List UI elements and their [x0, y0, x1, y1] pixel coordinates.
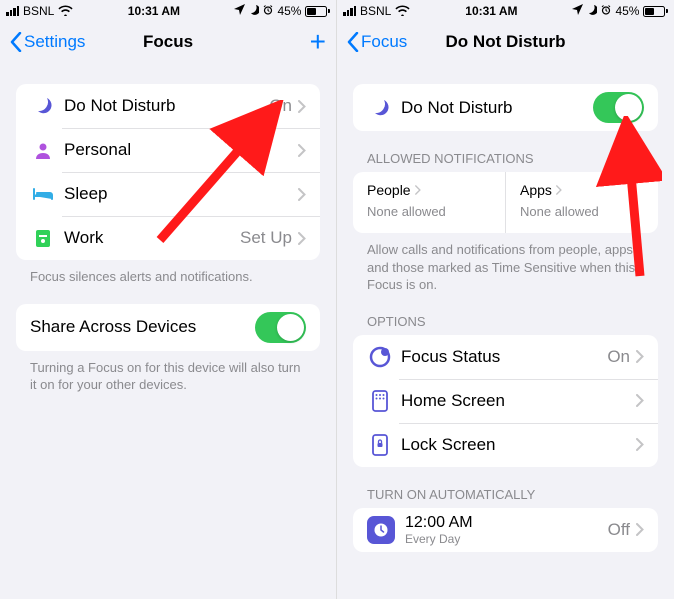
- share-group: Share Across Devices: [16, 304, 320, 351]
- dnd-toggle[interactable]: [593, 92, 644, 123]
- auto-group: 12:00 AM Every Day Off: [353, 508, 658, 552]
- focus-status-icon: [367, 346, 393, 368]
- chevron-right-icon: [298, 188, 306, 201]
- row-label: Share Across Devices: [30, 317, 255, 337]
- share-row[interactable]: Share Across Devices: [16, 304, 320, 351]
- dnd-toggle-row[interactable]: Do Not Disturb: [353, 84, 658, 131]
- section-header: Options: [353, 294, 658, 335]
- option-home-screen[interactable]: Home Screen: [353, 379, 658, 423]
- allowed-group: People None allowed Apps None allowed: [353, 172, 658, 233]
- split-sub: None allowed: [367, 204, 491, 219]
- schedule-row[interactable]: 12:00 AM Every Day Off: [353, 508, 658, 552]
- location-icon: [572, 4, 583, 18]
- chevron-right-icon: [556, 185, 562, 195]
- chevron-right-icon: [298, 100, 306, 113]
- share-toggle[interactable]: [255, 312, 306, 343]
- moon-icon: [367, 98, 393, 118]
- split-title-label: Apps: [520, 182, 552, 198]
- lock-screen-icon: [367, 434, 393, 456]
- row-label: Lock Screen: [401, 435, 636, 455]
- focus-row-sleep[interactable]: Sleep: [16, 172, 320, 216]
- badge-icon: [30, 228, 56, 248]
- back-button[interactable]: Focus: [347, 32, 407, 52]
- moon-icon: [30, 96, 56, 116]
- chevron-right-icon: [636, 394, 644, 407]
- focus-row-dnd[interactable]: Do Not Disturb On: [16, 84, 320, 128]
- moon-icon: [587, 4, 597, 18]
- footer-text: Focus silences alerts and notifications.: [16, 260, 320, 286]
- row-label: Home Screen: [401, 391, 636, 411]
- moon-icon: [249, 4, 259, 18]
- nav-bar: Focus Do Not Disturb: [337, 20, 674, 64]
- schedule-time: 12:00 AM: [405, 514, 608, 532]
- alarm-icon: [601, 4, 611, 18]
- focus-row-work[interactable]: Work Set Up: [16, 216, 320, 260]
- carrier-label: BSNL: [360, 4, 391, 18]
- wifi-icon: [395, 4, 410, 19]
- option-lock-screen[interactable]: Lock Screen: [353, 423, 658, 467]
- row-label: Do Not Disturb: [64, 96, 269, 116]
- split-title-label: People: [367, 182, 411, 198]
- person-icon: [30, 141, 56, 159]
- home-screen-icon: [367, 390, 393, 412]
- section-header: Allowed Notifications: [353, 131, 658, 172]
- focus-row-personal[interactable]: Personal: [16, 128, 320, 172]
- alarm-icon: [263, 4, 273, 18]
- footer-text: Turning a Focus on for this device will …: [16, 351, 320, 394]
- dnd-toggle-group: Do Not Disturb: [353, 84, 658, 131]
- row-value: On: [607, 347, 630, 367]
- carrier-label: BSNL: [23, 4, 54, 18]
- battery-icon: [643, 6, 668, 17]
- row-label: Personal: [64, 140, 298, 160]
- row-label: Sleep: [64, 184, 298, 204]
- row-label: Work: [64, 228, 240, 248]
- wifi-icon: [58, 4, 73, 19]
- status-bar: BSNL 10:31 AM 45%: [337, 0, 674, 20]
- back-button[interactable]: Settings: [10, 32, 85, 52]
- focus-list-group: Do Not Disturb On Personal Sleep Work Se…: [16, 84, 320, 260]
- footer-text: Allow calls and notifications from peopl…: [353, 233, 658, 294]
- row-value: On: [269, 96, 292, 116]
- allowed-people[interactable]: People None allowed: [353, 172, 505, 233]
- nav-bar: Settings Focus +: [0, 20, 336, 64]
- status-bar: BSNL 10:31 AM 45%: [0, 0, 336, 20]
- clock-icon: [367, 516, 395, 544]
- schedule-repeat: Every Day: [405, 532, 608, 546]
- allowed-apps[interactable]: Apps None allowed: [505, 172, 658, 233]
- row-label: Do Not Disturb: [401, 98, 593, 118]
- battery-icon: [305, 6, 330, 17]
- row-value: Off: [608, 520, 630, 540]
- phone-dnd-detail: BSNL 10:31 AM 45% Focus Do Not Disturb D…: [337, 0, 674, 599]
- location-icon: [234, 4, 245, 18]
- chevron-right-icon: [298, 232, 306, 245]
- back-label: Settings: [24, 32, 85, 52]
- row-label: Focus Status: [401, 347, 607, 367]
- chevron-right-icon: [636, 438, 644, 451]
- chevron-right-icon: [636, 350, 644, 363]
- chevron-right-icon: [415, 185, 421, 195]
- back-label: Focus: [361, 32, 407, 52]
- add-button[interactable]: +: [296, 28, 326, 56]
- row-value: Set Up: [240, 228, 292, 248]
- chevron-right-icon: [298, 144, 306, 157]
- battery-pct: 45%: [277, 4, 301, 18]
- signal-icon: [6, 6, 19, 16]
- chevron-right-icon: [636, 523, 644, 536]
- option-focus-status[interactable]: Focus Status On: [353, 335, 658, 379]
- battery-pct: 45%: [615, 4, 639, 18]
- status-time: 10:31 AM: [128, 4, 180, 18]
- phone-focus-list: BSNL 10:31 AM 45% Settings Focus + Do No…: [0, 0, 337, 599]
- status-time: 10:31 AM: [465, 4, 517, 18]
- split-sub: None allowed: [520, 204, 644, 219]
- bed-icon: [30, 187, 56, 201]
- options-group: Focus Status On Home Screen Lock Screen: [353, 335, 658, 467]
- signal-icon: [343, 6, 356, 16]
- section-header: Turn On Automatically: [353, 467, 658, 508]
